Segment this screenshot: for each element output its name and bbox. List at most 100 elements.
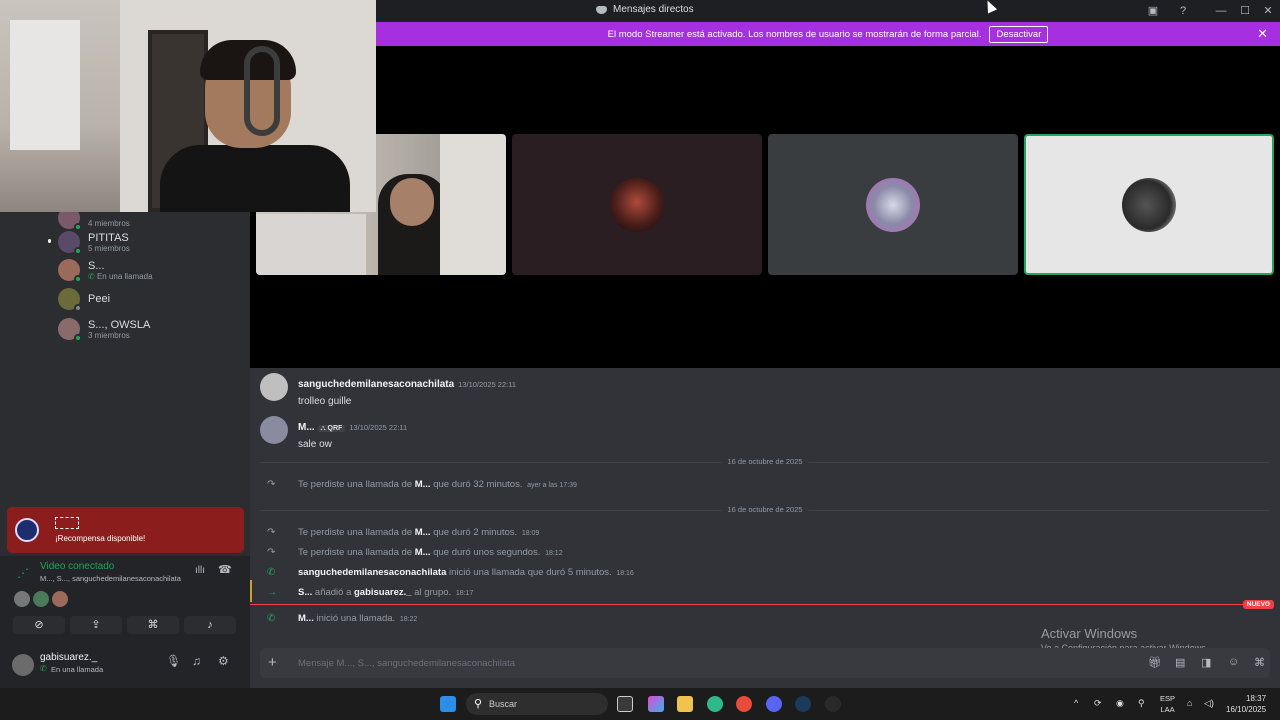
gift-icon[interactable]: 🎁︎	[1148, 656, 1162, 669]
avatar	[58, 288, 82, 312]
avatar	[610, 177, 664, 232]
taskbar-clock[interactable]: 18:37 16/10/2025	[1226, 693, 1266, 715]
taskbar-search[interactable]: ⚲ Buscar	[466, 693, 608, 715]
tray-app-icon[interactable]: ◉	[1116, 698, 1124, 709]
close-window-button[interactable]: ✕	[1256, 2, 1280, 20]
emoji-icon[interactable]: ☺	[1228, 656, 1239, 668]
avatar	[58, 231, 82, 255]
avatar[interactable]	[260, 373, 288, 401]
close-icon[interactable]: ✕	[1257, 26, 1268, 42]
mic-tray-icon[interactable]: ⚲	[1138, 698, 1145, 709]
dm-item-s[interactable]: S... ✆ En una llamada	[58, 258, 153, 283]
message: sanguchedemilanesaconachilata 13/10/2025 …	[298, 374, 516, 407]
gear-icon[interactable]: ⚙	[218, 654, 229, 668]
chat-area: sanguchedemilanesaconachilata 13/10/2025 …	[250, 368, 1280, 688]
app-launcher-icon[interactable]: ⌘	[1254, 656, 1265, 669]
task-view-icon[interactable]	[617, 696, 633, 712]
copilot-icon[interactable]	[648, 696, 664, 712]
voice-status[interactable]: Video conectado	[40, 561, 114, 572]
gif-icon[interactable]: ▤	[1175, 656, 1185, 669]
promo-text: ¡Recompensa disponible!	[55, 534, 146, 543]
headphones-icon[interactable]: ♫	[192, 654, 201, 668]
highlight-bar	[250, 580, 252, 602]
date-divider: 16 de octubre de 2025	[260, 457, 1270, 466]
avatar	[866, 177, 920, 232]
help-icon[interactable]: ?	[1176, 4, 1190, 18]
steam-icon[interactable]	[795, 696, 811, 712]
sticker-icon[interactable]: ◨	[1201, 656, 1211, 669]
inbox-icon[interactable]: ▣	[1146, 4, 1160, 18]
video-tile-user-4[interactable]	[1024, 134, 1274, 275]
avatar	[58, 259, 82, 283]
user-status: En una llamada	[51, 665, 104, 674]
voice-channel: M..., S..., sanguchedemilanesaconachilat…	[40, 574, 181, 583]
chrome-icon[interactable]	[736, 696, 752, 712]
avatar[interactable]	[12, 654, 34, 676]
message-author[interactable]: sanguchedemilanesaconachilata	[298, 379, 454, 390]
signal-icon[interactable]: ⋰	[17, 566, 29, 580]
add-attachment-icon[interactable]: +	[268, 654, 277, 671]
language-indicator[interactable]: ESP LAA	[1160, 693, 1175, 715]
disconnect-icon[interactable]: ☎	[218, 563, 232, 576]
dm-item-sub: 3 miembros	[88, 330, 130, 340]
headset-icon	[244, 46, 280, 136]
volume-icon[interactable]: ◁)	[1204, 698, 1214, 709]
video-tile-user-2[interactable]	[512, 134, 762, 275]
streamer-mode-banner: El modo Streamer está activado. Los nomb…	[376, 22, 1280, 46]
mic-icon[interactable]: 🎙︎	[166, 654, 181, 668]
message-time: 13/10/2025 22:11	[458, 380, 517, 389]
call-icon: ✆	[267, 567, 276, 578]
sync-icon[interactable]: ⟳	[1094, 698, 1102, 709]
file-explorer-icon[interactable]	[677, 696, 693, 712]
dm-item-sub: 5 miembros	[88, 243, 130, 253]
camera-off-button[interactable]: ⊘	[13, 616, 65, 634]
message-time: 13/10/2025 22:11	[349, 423, 408, 432]
dm-item-name: S..., OWSLA	[88, 318, 151, 331]
system-message: Te perdiste una llamada de M... que duró…	[298, 547, 563, 558]
soundboard-button[interactable]: ♪	[184, 616, 236, 634]
dm-item-s-owsla[interactable]: S..., OWSLA 3 miembros	[58, 317, 151, 342]
search-icon: ⚲	[474, 698, 483, 710]
username[interactable]: gabisuarez._	[40, 652, 97, 663]
missed-call-icon: ↷	[267, 479, 276, 490]
couch	[256, 214, 366, 275]
maximize-button[interactable]: ☐	[1233, 2, 1257, 20]
edge-icon[interactable]	[707, 696, 723, 712]
system-message: Te perdiste una llamada de M... que duró…	[298, 527, 540, 538]
user-panel: gabisuarez._ ✆ En una llamada 🎙︎ ♫ ⚙	[0, 650, 250, 688]
reward-promo[interactable]: ¡Recompensa disponible!	[7, 507, 244, 553]
chevron-up-icon[interactable]: ^	[1074, 698, 1078, 708]
search-label: Buscar	[489, 699, 518, 709]
reward-icon	[15, 518, 39, 542]
minimize-button[interactable]: —	[1209, 2, 1233, 20]
discord-icon[interactable]	[766, 696, 782, 712]
face	[390, 178, 434, 226]
dm-item-sub: 4 miembros	[88, 218, 130, 228]
video-tile-user-3[interactable]	[768, 134, 1018, 275]
status-dot	[74, 334, 82, 342]
call-icon: ✆	[267, 613, 276, 624]
dm-item-peei[interactable]: Peei	[58, 287, 111, 312]
activity-button[interactable]: ⌘	[127, 616, 179, 634]
windows-start-icon[interactable]	[440, 696, 456, 712]
network-icon[interactable]: ⌂	[1187, 698, 1192, 708]
message-input[interactable]: Mensaje M..., S..., sanguchedemilanesaco…	[298, 658, 515, 669]
status-dot	[74, 247, 82, 255]
dm-item-name: PITITAS	[88, 231, 129, 244]
message-text: sale ow	[298, 439, 332, 450]
message-author[interactable]: M...	[298, 422, 315, 433]
obs-icon[interactable]	[825, 696, 841, 712]
missed-call-icon: ↷	[267, 527, 276, 538]
avatar	[1122, 177, 1176, 232]
noise-suppression-icon[interactable]: ıllı	[195, 565, 205, 576]
system-message: sanguchedemilanesaconachilata inició una…	[298, 567, 634, 578]
avatar[interactable]	[260, 416, 288, 444]
deactivate-button[interactable]: Desactivar	[989, 25, 1049, 43]
missed-call-icon: ↷	[267, 547, 276, 558]
fridge	[10, 20, 80, 150]
screen-share-button[interactable]: ⇪	[70, 616, 122, 634]
dm-item-pititas[interactable]: PITITAS 5 miembros	[58, 230, 130, 255]
webcam-overlay	[0, 0, 376, 212]
dm-item-name: Peei	[88, 293, 111, 305]
message-composer[interactable]: + Mensaje M..., S..., sanguchedemilanesa…	[260, 648, 1270, 678]
